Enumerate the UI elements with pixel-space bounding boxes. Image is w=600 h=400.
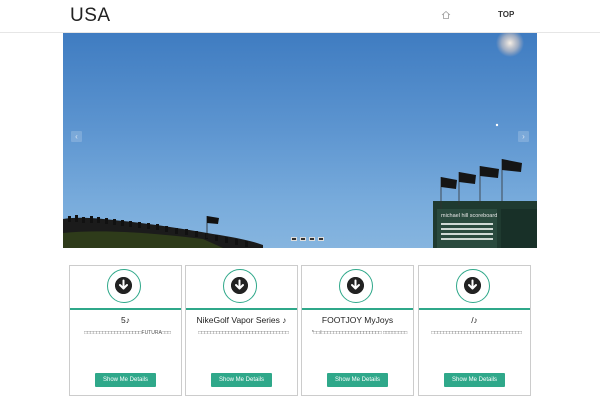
card-description: *□□/□□□□□□□□□□□□□□□□□□□□ □□□□□□□□: [311, 330, 408, 336]
card-description: □□□□□□□□□□□□□□□□□□□FUTURA□□□: [84, 330, 171, 336]
scoreboard-text: michael hill scoreboard: [441, 213, 497, 219]
navbar: USA TOP: [0, 0, 600, 33]
product-card: /♪ □□□□□□□□□□□□□□□□□□□□□□□□□□□□□□ Show M…: [418, 265, 531, 396]
product-card: FOOTJOY MyJoys *□□/□□□□□□□□□□□□□□□□□□□□ …: [301, 265, 414, 396]
carousel-indicator[interactable]: [309, 237, 315, 241]
card-icon-header: [70, 266, 181, 310]
show-details-button[interactable]: Show Me Details: [327, 373, 388, 387]
download-circle-icon: [339, 269, 373, 303]
home-icon[interactable]: [441, 10, 451, 20]
card-description: □□□□□□□□□□□□□□□□□□□□□□□□□□□□□□: [431, 330, 522, 336]
download-circle-icon: [456, 269, 490, 303]
product-card: 5♪ □□□□□□□□□□□□□□□□□□□FUTURA□□□ Show Me …: [69, 265, 182, 396]
arrow-down-icon: [464, 277, 481, 294]
card-description: □□□□□□□□□□□□□□□□□□□□□□□□□□□□□□: [198, 330, 289, 336]
card-title: /♪: [471, 315, 478, 325]
card-icon-header: [186, 266, 297, 310]
arrow-down-icon: [231, 277, 248, 294]
nav-link-top[interactable]: TOP: [498, 10, 514, 19]
carousel-indicators: [291, 237, 324, 241]
carousel-prev-button[interactable]: ‹: [71, 131, 82, 142]
download-circle-icon: [107, 269, 141, 303]
card-title: 5♪: [121, 315, 130, 325]
hero-carousel: michael hill scoreboard ‹ ›: [63, 33, 537, 248]
carousel-indicator[interactable]: [318, 237, 324, 241]
carousel-indicator[interactable]: [291, 237, 297, 241]
arrow-down-icon: [115, 277, 132, 294]
download-circle-icon: [223, 269, 257, 303]
show-details-button[interactable]: Show Me Details: [95, 373, 156, 387]
show-details-button[interactable]: Show Me Details: [211, 373, 272, 387]
card-icon-header: [419, 266, 530, 310]
hero-image: michael hill scoreboard: [63, 33, 537, 248]
carousel-indicator[interactable]: [300, 237, 306, 241]
arrow-down-icon: [347, 277, 364, 294]
show-details-button[interactable]: Show Me Details: [444, 373, 505, 387]
site-brand[interactable]: USA: [70, 5, 111, 27]
product-cards: 5♪ □□□□□□□□□□□□□□□□□□□FUTURA□□□ Show Me …: [69, 265, 531, 396]
card-title: NikeGolf Vapor Series ♪: [196, 315, 287, 325]
card-icon-header: [302, 266, 413, 310]
card-title: FOOTJOY MyJoys: [321, 315, 394, 325]
carousel-next-button[interactable]: ›: [518, 131, 529, 142]
product-card: NikeGolf Vapor Series ♪ □□□□□□□□□□□□□□□□…: [185, 265, 298, 396]
